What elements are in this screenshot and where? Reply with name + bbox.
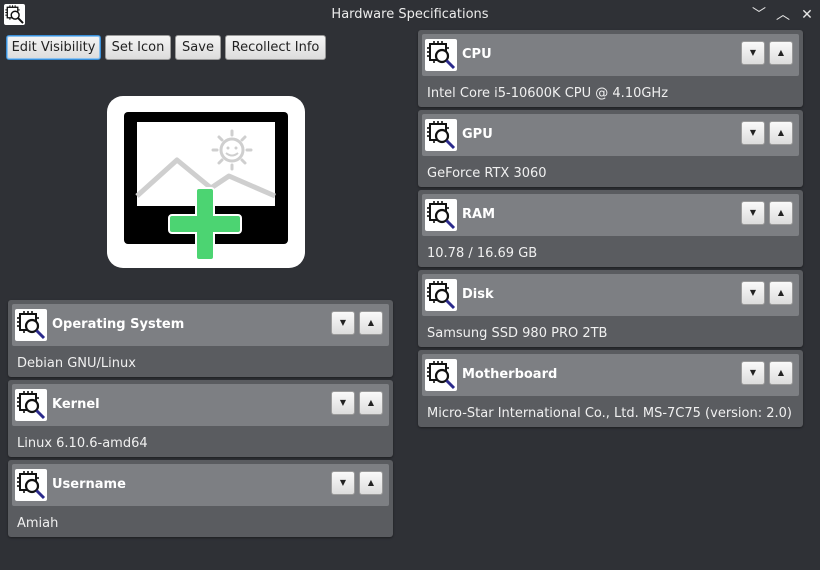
card-title: CPU bbox=[462, 47, 492, 62]
move-down-button[interactable]: ▼ bbox=[741, 121, 765, 145]
hardware-chip-magnifier-icon bbox=[425, 199, 457, 231]
card-kernel: Kernel ▼ ▲ Linux 6.10.6-amd64 bbox=[8, 380, 393, 457]
move-down-button[interactable]: ▼ bbox=[741, 41, 765, 65]
card-header: Username ▼ ▲ bbox=[12, 464, 389, 506]
card-title: Disk bbox=[462, 287, 494, 302]
move-up-button[interactable]: ▲ bbox=[359, 311, 383, 335]
hardware-chip-magnifier-icon bbox=[425, 359, 457, 391]
move-up-button[interactable]: ▲ bbox=[769, 281, 793, 305]
window-title: Hardware Specifications bbox=[331, 7, 489, 22]
close-button[interactable]: ✕ bbox=[798, 6, 816, 24]
card-header: Operating System ▼ ▲ bbox=[12, 304, 389, 346]
save-button[interactable]: Save bbox=[175, 35, 221, 60]
card-title: Operating System bbox=[52, 317, 185, 332]
card-value: Amiah bbox=[17, 516, 59, 531]
card-ram: RAM ▼ ▲ 10.78 / 16.69 GB bbox=[418, 190, 803, 267]
move-down-button[interactable]: ▼ bbox=[741, 201, 765, 225]
card-username: Username ▼ ▲ Amiah bbox=[8, 460, 393, 537]
hardware-chip-magnifier-icon bbox=[425, 279, 457, 311]
title-bar: Hardware Specifications ﹀ ︿ ✕ bbox=[0, 0, 820, 30]
card-value: 10.78 / 16.69 GB bbox=[427, 246, 538, 261]
move-up-button[interactable]: ▲ bbox=[769, 201, 793, 225]
card-cpu: CPU ▼ ▲ Intel Core i5-10600K CPU @ 4.10G… bbox=[418, 30, 803, 107]
move-up-button[interactable]: ▲ bbox=[359, 391, 383, 415]
hardware-chip-magnifier-icon bbox=[15, 389, 47, 421]
card-header: GPU ▼ ▲ bbox=[422, 114, 799, 156]
move-up-button[interactable]: ▲ bbox=[359, 471, 383, 495]
edit-visibility-button[interactable]: Edit Visibility bbox=[6, 35, 101, 60]
move-down-button[interactable]: ▼ bbox=[741, 361, 765, 385]
card-value: Micro-Star International Co., Ltd. MS-7C… bbox=[427, 406, 792, 421]
hardware-chip-magnifier-icon bbox=[15, 469, 47, 501]
card-title: Motherboard bbox=[462, 367, 558, 382]
add-image-icon[interactable] bbox=[107, 96, 305, 268]
card-operating-system: Operating System ▼ ▲ Debian GNU/Linux bbox=[8, 300, 393, 377]
card-disk: Disk ▼ ▲ Samsung SSD 980 PRO 2TB bbox=[418, 270, 803, 347]
card-value: Samsung SSD 980 PRO 2TB bbox=[427, 326, 608, 341]
hardware-chip-magnifier-icon bbox=[15, 309, 47, 341]
card-value: GeForce RTX 3060 bbox=[427, 166, 547, 181]
card-header: Motherboard ▼ ▲ bbox=[422, 354, 799, 396]
set-icon-button[interactable]: Set Icon bbox=[105, 35, 171, 60]
move-down-button[interactable]: ▼ bbox=[331, 471, 355, 495]
card-value: Debian GNU/Linux bbox=[17, 356, 136, 371]
move-up-button[interactable]: ▲ bbox=[769, 361, 793, 385]
card-title: GPU bbox=[462, 127, 493, 142]
hardware-chip-magnifier-icon bbox=[425, 119, 457, 151]
maximize-button[interactable]: ︿ bbox=[774, 6, 792, 24]
card-title: Username bbox=[52, 477, 126, 492]
card-header: RAM ▼ ▲ bbox=[422, 194, 799, 236]
card-header: Disk ▼ ▲ bbox=[422, 274, 799, 316]
card-gpu: GPU ▼ ▲ GeForce RTX 3060 bbox=[418, 110, 803, 187]
card-header: CPU ▼ ▲ bbox=[422, 34, 799, 76]
card-value: Intel Core i5-10600K CPU @ 4.10GHz bbox=[427, 86, 669, 101]
recollect-info-button[interactable]: Recollect Info bbox=[225, 35, 326, 60]
card-title: RAM bbox=[462, 207, 496, 222]
hardware-chip-magnifier-icon bbox=[425, 39, 457, 71]
move-up-button[interactable]: ▲ bbox=[769, 121, 793, 145]
move-up-button[interactable]: ▲ bbox=[769, 41, 793, 65]
move-down-button[interactable]: ▼ bbox=[331, 311, 355, 335]
card-motherboard: Motherboard ▼ ▲ Micro-Star International… bbox=[418, 350, 803, 427]
move-down-button[interactable]: ▼ bbox=[741, 281, 765, 305]
card-header: Kernel ▼ ▲ bbox=[12, 384, 389, 426]
card-title: Kernel bbox=[52, 397, 100, 412]
move-down-button[interactable]: ▼ bbox=[331, 391, 355, 415]
minimize-button[interactable]: ﹀ bbox=[750, 6, 768, 24]
card-value: Linux 6.10.6-amd64 bbox=[17, 436, 148, 451]
